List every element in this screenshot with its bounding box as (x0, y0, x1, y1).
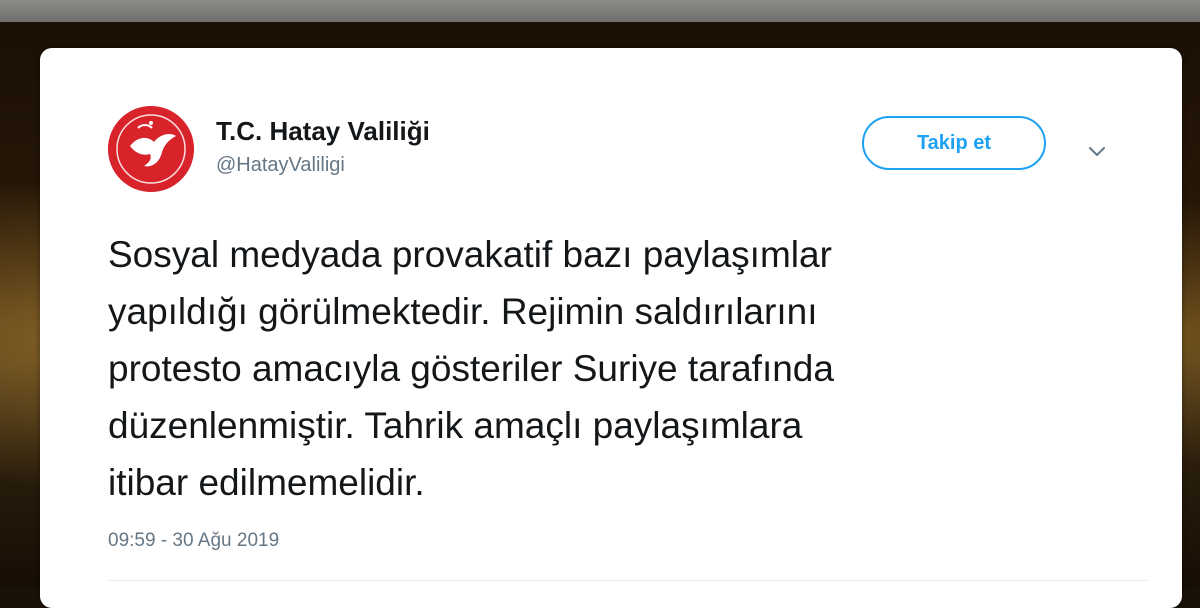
hatay-logo-icon (108, 106, 194, 192)
top-bar (0, 0, 1200, 22)
divider (108, 580, 1148, 581)
tweet-text: Sosyal medyada provakatif bazı paylaşıml… (108, 226, 1148, 511)
tweet-text-line: protesto amacıyla gösteriler Suriye tara… (108, 348, 834, 389)
chevron-down-icon[interactable] (1086, 140, 1108, 162)
tweet-text-line: Sosyal medyada provakatif bazı paylaşıml… (108, 234, 832, 275)
tweet-text-line: düzenlenmiştir. Tahrik amaçlı paylaşımla… (108, 405, 803, 446)
follow-button[interactable]: Takip et (862, 116, 1046, 170)
tweet-timestamp[interactable]: 09:59 - 30 Ağu 2019 (108, 530, 279, 552)
tweet-card: T.C. Hatay Valiliği @HatayValiligi Takip… (40, 48, 1182, 608)
tweet-text-line: yapıldığı görülmektedir. Rejimin saldırı… (108, 291, 818, 332)
author-handle[interactable]: @HatayValiligi (216, 154, 345, 177)
tweet-text-line: itibar edilmemelidir. (108, 462, 425, 503)
avatar[interactable] (108, 106, 194, 192)
author-name[interactable]: T.C. Hatay Valiliği (216, 116, 430, 147)
